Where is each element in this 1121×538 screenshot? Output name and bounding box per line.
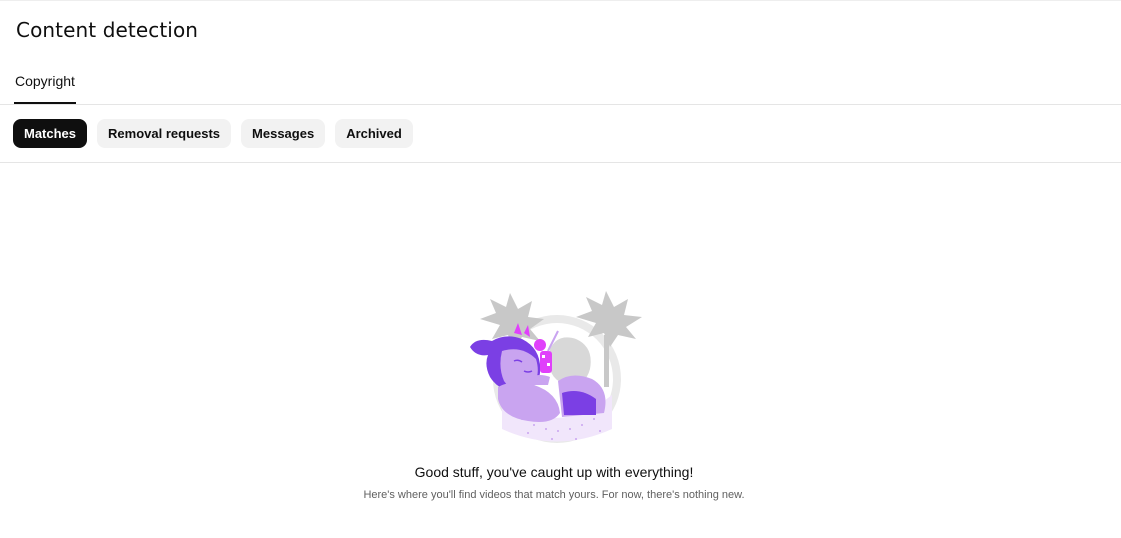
tab-bar: Copyright xyxy=(14,64,76,104)
chip-messages[interactable]: Messages xyxy=(241,119,326,148)
chip-matches[interactable]: Matches xyxy=(13,119,88,148)
tab-divider xyxy=(0,104,1121,105)
tab-copyright[interactable]: Copyright xyxy=(14,64,76,104)
chip-archived[interactable]: Archived xyxy=(335,119,413,148)
page-title: Content detection xyxy=(16,18,199,42)
person-relaxing-with-drink-illustration xyxy=(462,289,646,449)
filter-chip-bar: Matches Removal requests Messages Archiv… xyxy=(13,119,413,148)
content-detection-page: Content detection Copyright Matches Remo… xyxy=(0,0,1121,538)
empty-state-title: Good stuff, you've caught up with everyt… xyxy=(414,464,694,480)
chip-divider xyxy=(0,162,1121,163)
empty-state-subtitle: Here's where you'll find videos that mat… xyxy=(363,489,745,501)
chip-removal-requests[interactable]: Removal requests xyxy=(97,119,232,148)
tab-copyright-label: Copyright xyxy=(15,73,75,89)
